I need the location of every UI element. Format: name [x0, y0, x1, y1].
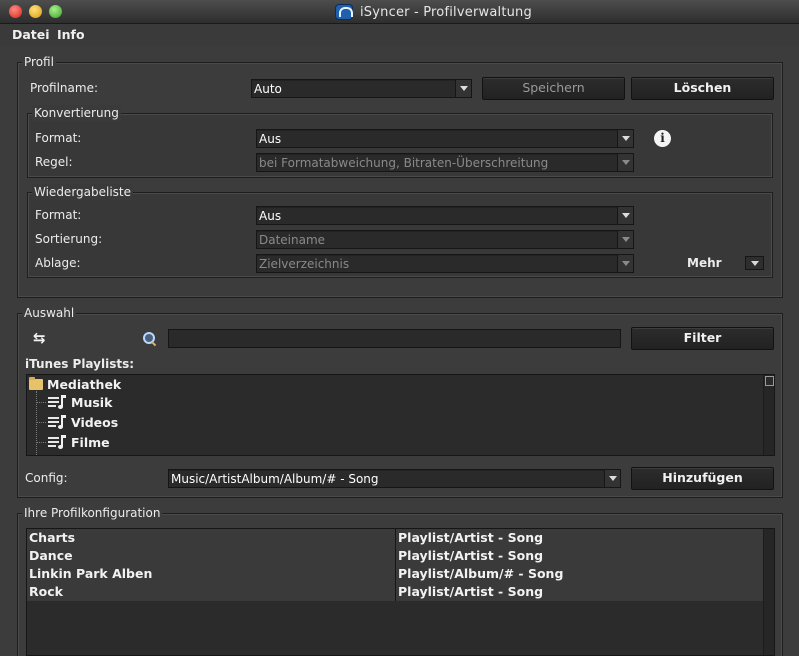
ablage-value: Zielverzeichnis — [259, 257, 350, 271]
tree-item-videos[interactable]: Videos — [48, 413, 748, 433]
table-row[interactable]: Linkin Park Alben Playlist/Album/# - Son… — [27, 565, 764, 583]
konvertierung-format-value: Aus — [259, 132, 282, 146]
config-label: Config: — [25, 471, 68, 485]
minimize-window-button[interactable] — [29, 5, 42, 18]
delete-button[interactable]: Löschen — [631, 77, 774, 100]
regel-label: Regel: — [35, 155, 73, 169]
wiedergabeliste-format-combo[interactable]: Aus — [256, 206, 634, 225]
sync-icon[interactable]: ⇆ — [33, 329, 53, 347]
table-cell-playlist: Charts — [27, 529, 396, 547]
profile-table-scrollbar[interactable] — [763, 529, 774, 655]
table-cell-playlist: Rock — [27, 583, 396, 601]
table-cell-playlist: Dance — [27, 547, 396, 565]
playlist-tree-scrollbar[interactable] — [763, 375, 774, 455]
mehr-toggle-button[interactable] — [745, 256, 764, 270]
profilname-value: Auto — [254, 82, 282, 96]
profile-config-table[interactable]: Charts Playlist/Artist - Song Dance Play… — [26, 528, 775, 656]
sortierung-label: Sortierung: — [35, 232, 103, 246]
chevron-down-icon[interactable] — [617, 154, 633, 171]
regel-combo[interactable]: bei Formatabweichung, Bitraten-Überschre… — [256, 153, 634, 172]
chevron-down-icon[interactable] — [455, 80, 471, 97]
folder-icon — [29, 377, 43, 390]
ablage-combo[interactable]: Zielverzeichnis — [256, 254, 634, 273]
wiedergabeliste-format-label: Format: — [35, 208, 82, 222]
chevron-down-icon[interactable] — [617, 255, 633, 272]
konvertierung-format-combo[interactable]: Aus — [256, 129, 634, 148]
table-row[interactable]: Dance Playlist/Artist - Song — [27, 547, 764, 565]
chevron-down-icon[interactable] — [617, 130, 633, 147]
config-value: Music/ArtistAlbum/Album/# - Song — [171, 472, 379, 486]
info-icon[interactable]: i — [654, 130, 671, 147]
tree-item-mediathek[interactable]: Mediathek — [27, 375, 747, 395]
profilname-label: Profilname: — [30, 81, 99, 95]
tree-item-label: Mediathek — [47, 377, 122, 392]
tree-item-musik[interactable]: Musik — [48, 393, 748, 413]
tree-branch-line — [36, 442, 46, 443]
config-combo[interactable]: Music/ArtistAlbum/Album/# - Song — [168, 469, 621, 488]
profilname-combo[interactable]: Auto — [251, 79, 472, 98]
tree-guide-line — [36, 391, 37, 455]
window-title: iSyncer - Profilverwaltung — [360, 5, 532, 20]
search-input[interactable] — [168, 329, 621, 348]
wiedergabeliste-group-title: Wiedergabeliste — [32, 184, 134, 200]
konvertierung-format-label: Format: — [35, 131, 82, 145]
tree-item-label: Filme — [71, 435, 110, 450]
table-cell-config: Playlist/Artist - Song — [396, 529, 764, 547]
table-row[interactable]: Rock Playlist/Artist - Song — [27, 583, 764, 601]
headphones-icon — [335, 4, 353, 20]
menu-datei[interactable]: Datei — [12, 27, 50, 42]
playlist-tree[interactable]: Mediathek Musik Videos Filme — [26, 374, 775, 456]
table-cell-playlist: Linkin Park Alben — [27, 565, 396, 583]
table-cell-config: Playlist/Album/# - Song — [396, 565, 764, 583]
table-cell-config: Playlist/Artist - Song — [396, 547, 764, 565]
menu-bar: Datei Info — [0, 24, 799, 46]
save-button[interactable]: Speichern — [482, 77, 625, 100]
tree-branch-line — [36, 422, 46, 423]
itunes-playlists-label: iTunes Playlists: — [25, 357, 135, 371]
auswahl-group-title: Auswahl — [22, 305, 77, 321]
table-row[interactable]: Charts Playlist/Artist - Song — [27, 529, 764, 547]
sortierung-combo[interactable]: Dateiname — [256, 230, 634, 249]
playlist-icon — [48, 395, 66, 410]
chevron-down-icon[interactable] — [617, 231, 633, 248]
add-button[interactable]: Hinzufügen — [631, 467, 774, 490]
playlist-icon — [48, 435, 66, 450]
tree-item-filme[interactable]: Filme — [48, 433, 748, 453]
title-bar: iSyncer - Profilverwaltung — [0, 0, 799, 24]
menu-info[interactable]: Info — [57, 27, 85, 42]
tree-branch-line — [36, 402, 46, 403]
zoom-window-button[interactable] — [49, 5, 62, 18]
mehr-label: Mehr — [687, 256, 722, 270]
wiedergabeliste-format-value: Aus — [259, 209, 282, 223]
sortierung-value: Dateiname — [259, 233, 326, 247]
tree-item-label: Videos — [71, 415, 119, 430]
chevron-down-icon[interactable] — [604, 470, 620, 487]
table-cell-config: Playlist/Artist - Song — [396, 583, 764, 601]
search-icon — [142, 331, 158, 347]
chevron-down-icon[interactable] — [617, 207, 633, 224]
konvertierung-group-title: Konvertierung — [32, 105, 121, 121]
profilkonfiguration-group-title: Ihre Profilkonfiguration — [22, 505, 163, 521]
close-window-button[interactable] — [9, 5, 22, 18]
profil-group-title: Profil — [22, 54, 56, 70]
regel-value: bei Formatabweichung, Bitraten-Überschre… — [259, 156, 549, 170]
tree-item-label: Musik — [71, 395, 113, 410]
ablage-label: Ablage: — [35, 256, 81, 270]
playlist-icon — [48, 415, 66, 430]
filter-button[interactable]: Filter — [631, 327, 774, 350]
